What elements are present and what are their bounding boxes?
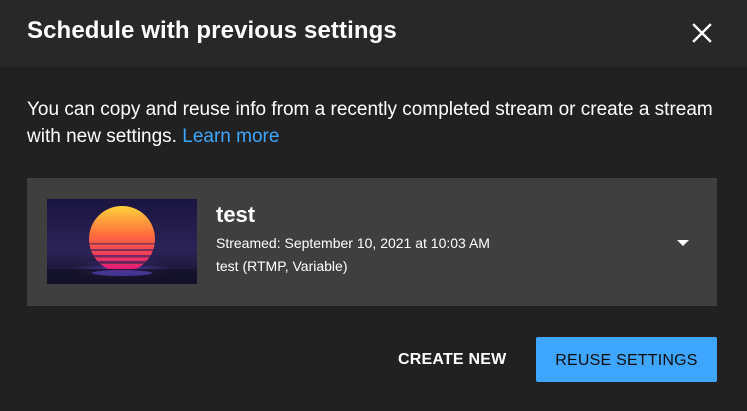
expand-stream-button[interactable] — [676, 238, 690, 248]
close-icon — [692, 23, 712, 43]
stream-thumbnail — [47, 199, 197, 284]
stream-date: Streamed: September 10, 2021 at 10:03 AM — [216, 235, 490, 251]
caret-down-icon — [677, 240, 689, 246]
dialog-description: You can copy and reuse info from a recen… — [27, 96, 717, 150]
dialog-title: Schedule with previous settings — [27, 17, 397, 44]
learn-more-link[interactable]: Learn more — [182, 126, 279, 147]
stream-info: test Streamed: September 10, 2021 at 10:… — [216, 202, 490, 275]
create-new-button[interactable]: CREATE NEW — [384, 337, 520, 382]
reuse-settings-button[interactable]: REUSE SETTINGS — [536, 337, 717, 382]
stream-name: test — [216, 202, 256, 227]
previous-stream-card[interactable]: test Streamed: September 10, 2021 at 10:… — [27, 178, 717, 306]
close-button[interactable] — [689, 20, 715, 46]
sunset-thumbnail-icon — [47, 199, 197, 284]
stream-details: test (RTMP, Variable) — [216, 258, 348, 274]
description-text: You can copy and reuse info from a recen… — [27, 99, 713, 147]
dialog-header: Schedule with previous settings — [0, 0, 747, 66]
schedule-dialog: Schedule with previous settings You can … — [0, 0, 747, 411]
